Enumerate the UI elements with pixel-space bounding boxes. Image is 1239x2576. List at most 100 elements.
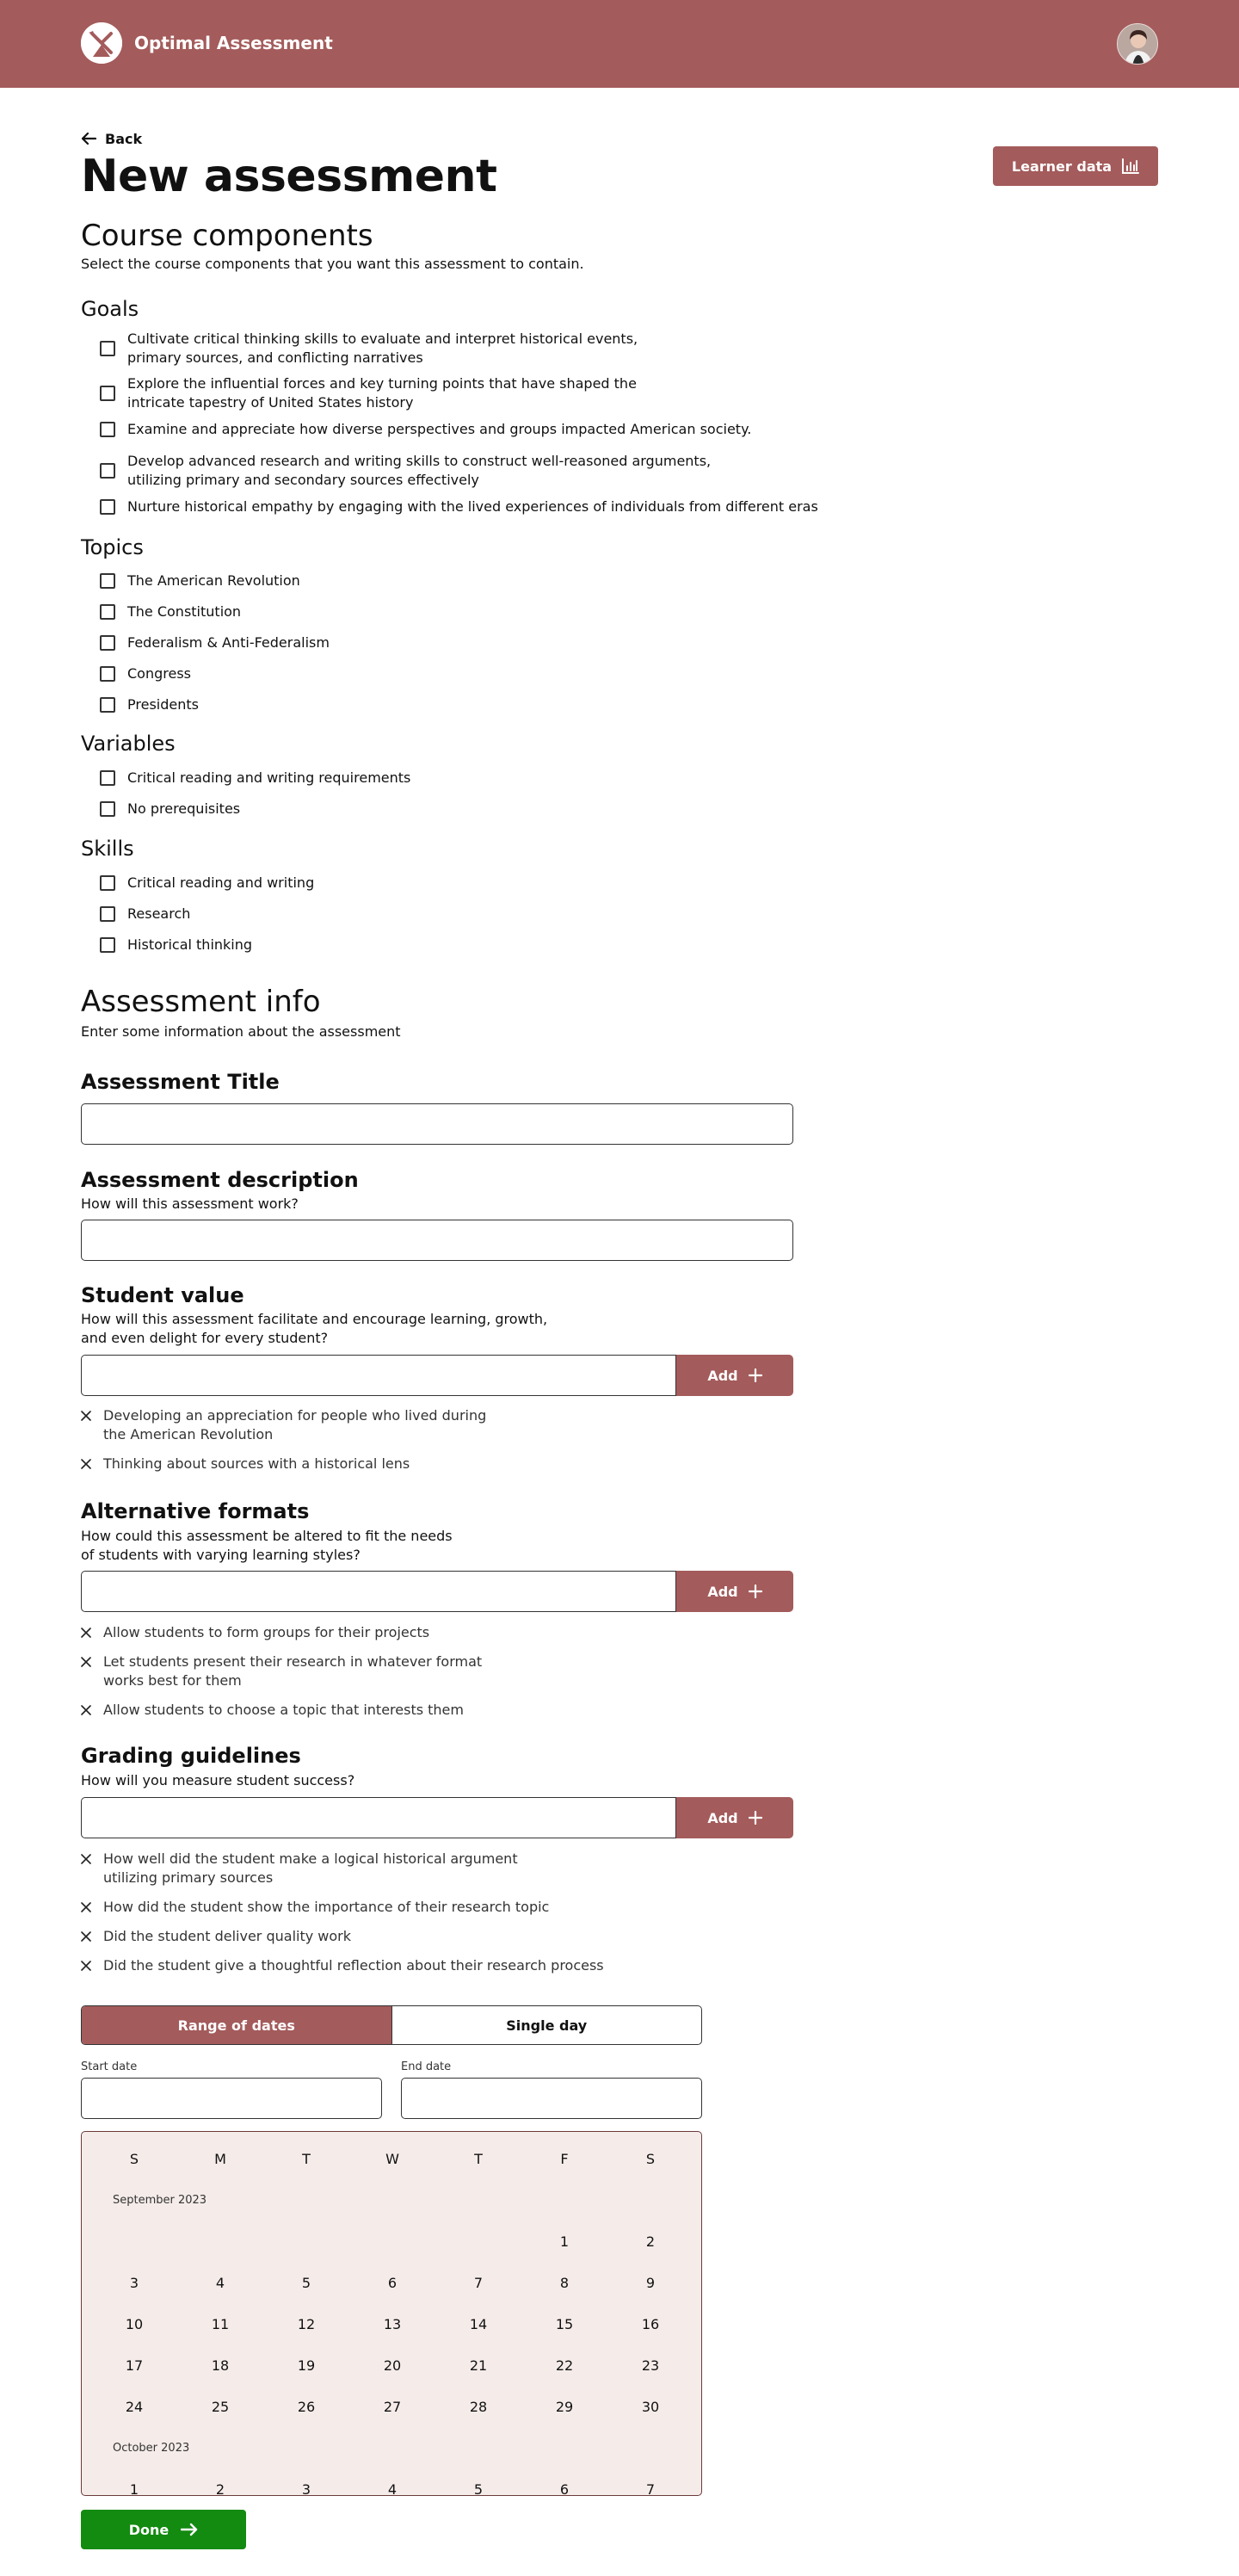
alternative-formats-add-button[interactable]: Add bbox=[676, 1571, 793, 1612]
skill-option-2[interactable]: Historical thinking bbox=[100, 936, 252, 954]
calendar-day[interactable]: 4 bbox=[177, 2275, 263, 2291]
calendar-day[interactable]: 1 bbox=[521, 2233, 607, 2250]
calendar-day[interactable]: 11 bbox=[177, 2316, 263, 2332]
calendar-day[interactable]: 7 bbox=[435, 2275, 521, 2291]
calendar-day[interactable]: 28 bbox=[435, 2399, 521, 2415]
checkbox[interactable] bbox=[100, 770, 115, 786]
variable-option-1[interactable]: No prerequisites bbox=[100, 800, 240, 819]
checkbox[interactable] bbox=[100, 341, 115, 356]
calendar-day[interactable]: 14 bbox=[435, 2316, 521, 2332]
range-of-dates-tab[interactable]: Range of dates bbox=[82, 2006, 392, 2044]
brand-name[interactable]: Optimal Assessment bbox=[134, 33, 333, 53]
entry-text: Developing an appreciation for people wh… bbox=[103, 1407, 487, 1442]
calendar-day[interactable]: 2 bbox=[607, 2233, 693, 2250]
checkbox-label: Research bbox=[127, 905, 191, 922]
calendar-day[interactable]: 7 bbox=[607, 2481, 693, 2495]
calendar-day[interactable]: 25 bbox=[177, 2399, 263, 2415]
remove-icon[interactable] bbox=[81, 1850, 91, 1869]
checkbox[interactable] bbox=[100, 422, 115, 437]
remove-icon[interactable] bbox=[81, 1927, 91, 1946]
calendar-day[interactable]: 26 bbox=[263, 2399, 349, 2415]
topic-option-1[interactable]: The Constitution bbox=[100, 602, 241, 621]
checkbox[interactable] bbox=[100, 386, 115, 401]
checkbox[interactable] bbox=[100, 573, 115, 589]
topic-option-0[interactable]: The American Revolution bbox=[100, 571, 300, 590]
calendar-day[interactable]: 22 bbox=[521, 2357, 607, 2374]
remove-icon[interactable] bbox=[81, 1406, 91, 1425]
checkbox[interactable] bbox=[100, 635, 115, 651]
calendar-day[interactable]: 23 bbox=[607, 2357, 693, 2374]
calendar-day[interactable]: 4 bbox=[349, 2481, 435, 2495]
end-date-input[interactable] bbox=[401, 2078, 702, 2119]
checkbox[interactable] bbox=[100, 906, 115, 922]
calendar-day[interactable]: 12 bbox=[263, 2316, 349, 2332]
goal-option-4[interactable]: Nurture historical empathy by engaging w… bbox=[100, 497, 818, 516]
skill-option-0[interactable]: Critical reading and writing bbox=[100, 874, 314, 893]
assessment-description-input[interactable] bbox=[81, 1220, 793, 1261]
bar-chart-icon bbox=[1122, 158, 1140, 174]
calendar-day[interactable]: 2 bbox=[177, 2481, 263, 2495]
topics-heading: Topics bbox=[81, 535, 144, 559]
single-day-tab[interactable]: Single day bbox=[392, 2006, 702, 2044]
checkbox[interactable] bbox=[100, 697, 115, 713]
variable-option-0[interactable]: Critical reading and writing requirement… bbox=[100, 769, 410, 788]
checkbox[interactable] bbox=[100, 937, 115, 953]
goal-option-2[interactable]: Examine and appreciate how diverse persp… bbox=[100, 420, 751, 439]
calendar-day[interactable]: 27 bbox=[349, 2399, 435, 2415]
student-value-entry: Thinking about sources with a historical… bbox=[81, 1455, 410, 1473]
remove-icon[interactable] bbox=[81, 1623, 91, 1642]
back-link[interactable]: Back bbox=[81, 129, 142, 148]
checkbox[interactable] bbox=[100, 875, 115, 891]
checkbox[interactable] bbox=[100, 499, 115, 515]
calendar-day[interactable]: 18 bbox=[177, 2357, 263, 2374]
calendar-day[interactable]: 24 bbox=[91, 2399, 177, 2415]
calendar-day[interactable]: 17 bbox=[91, 2357, 177, 2374]
remove-icon[interactable] bbox=[81, 1455, 91, 1473]
calendar-day[interactable]: 5 bbox=[263, 2275, 349, 2291]
grading-guidelines-input[interactable] bbox=[81, 1797, 676, 1838]
calendar-day[interactable]: 29 bbox=[521, 2399, 607, 2415]
calendar-day[interactable]: 6 bbox=[521, 2481, 607, 2495]
student-value-input[interactable] bbox=[81, 1355, 676, 1396]
calendar-day[interactable]: 6 bbox=[349, 2275, 435, 2291]
goal-option-3[interactable]: Develop advanced research and writing sk… bbox=[100, 452, 711, 490]
learner-data-button[interactable]: Learner data bbox=[993, 146, 1158, 186]
pen-tool-icon[interactable] bbox=[81, 22, 122, 64]
calendar-day[interactable]: 1 bbox=[91, 2481, 177, 2495]
checkbox[interactable] bbox=[100, 604, 115, 620]
checkbox[interactable] bbox=[100, 801, 115, 817]
page-title: New assessment bbox=[81, 151, 497, 202]
calendar-day[interactable]: 15 bbox=[521, 2316, 607, 2332]
calendar-day[interactable]: 16 bbox=[607, 2316, 693, 2332]
topic-option-2[interactable]: Federalism & Anti-Federalism bbox=[100, 633, 330, 652]
assessment-title-input[interactable] bbox=[81, 1103, 793, 1145]
done-button[interactable]: Done bbox=[81, 2510, 246, 2549]
remove-icon[interactable] bbox=[81, 1956, 91, 1975]
remove-icon[interactable] bbox=[81, 1701, 91, 1720]
calendar-day[interactable]: 5 bbox=[435, 2481, 521, 2495]
calendar-day[interactable]: 30 bbox=[607, 2399, 693, 2415]
topic-option-4[interactable]: Presidents bbox=[100, 695, 199, 714]
calendar-day[interactable]: 8 bbox=[521, 2275, 607, 2291]
calendar-day[interactable]: 9 bbox=[607, 2275, 693, 2291]
calendar-day[interactable]: 3 bbox=[91, 2275, 177, 2291]
calendar-day[interactable]: 19 bbox=[263, 2357, 349, 2374]
checkbox[interactable] bbox=[100, 463, 115, 479]
start-date-input[interactable] bbox=[81, 2078, 382, 2119]
alternative-formats-input[interactable] bbox=[81, 1571, 676, 1612]
goal-option-0[interactable]: Cultivate critical thinking skills to ev… bbox=[100, 330, 638, 368]
goal-option-1[interactable]: Explore the influential forces and key t… bbox=[100, 374, 637, 412]
calendar-day[interactable]: 3 bbox=[263, 2481, 349, 2495]
remove-icon[interactable] bbox=[81, 1652, 91, 1671]
calendar-day[interactable]: 13 bbox=[349, 2316, 435, 2332]
topic-option-3[interactable]: Congress bbox=[100, 664, 191, 683]
calendar-day[interactable]: 20 bbox=[349, 2357, 435, 2374]
remove-icon[interactable] bbox=[81, 1898, 91, 1917]
grading-guidelines-add-button[interactable]: Add bbox=[676, 1797, 793, 1838]
user-avatar[interactable] bbox=[1117, 23, 1158, 65]
student-value-add-button[interactable]: Add bbox=[676, 1355, 793, 1396]
checkbox[interactable] bbox=[100, 666, 115, 682]
calendar-day[interactable]: 21 bbox=[435, 2357, 521, 2374]
calendar-day[interactable]: 10 bbox=[91, 2316, 177, 2332]
skill-option-1[interactable]: Research bbox=[100, 905, 190, 924]
